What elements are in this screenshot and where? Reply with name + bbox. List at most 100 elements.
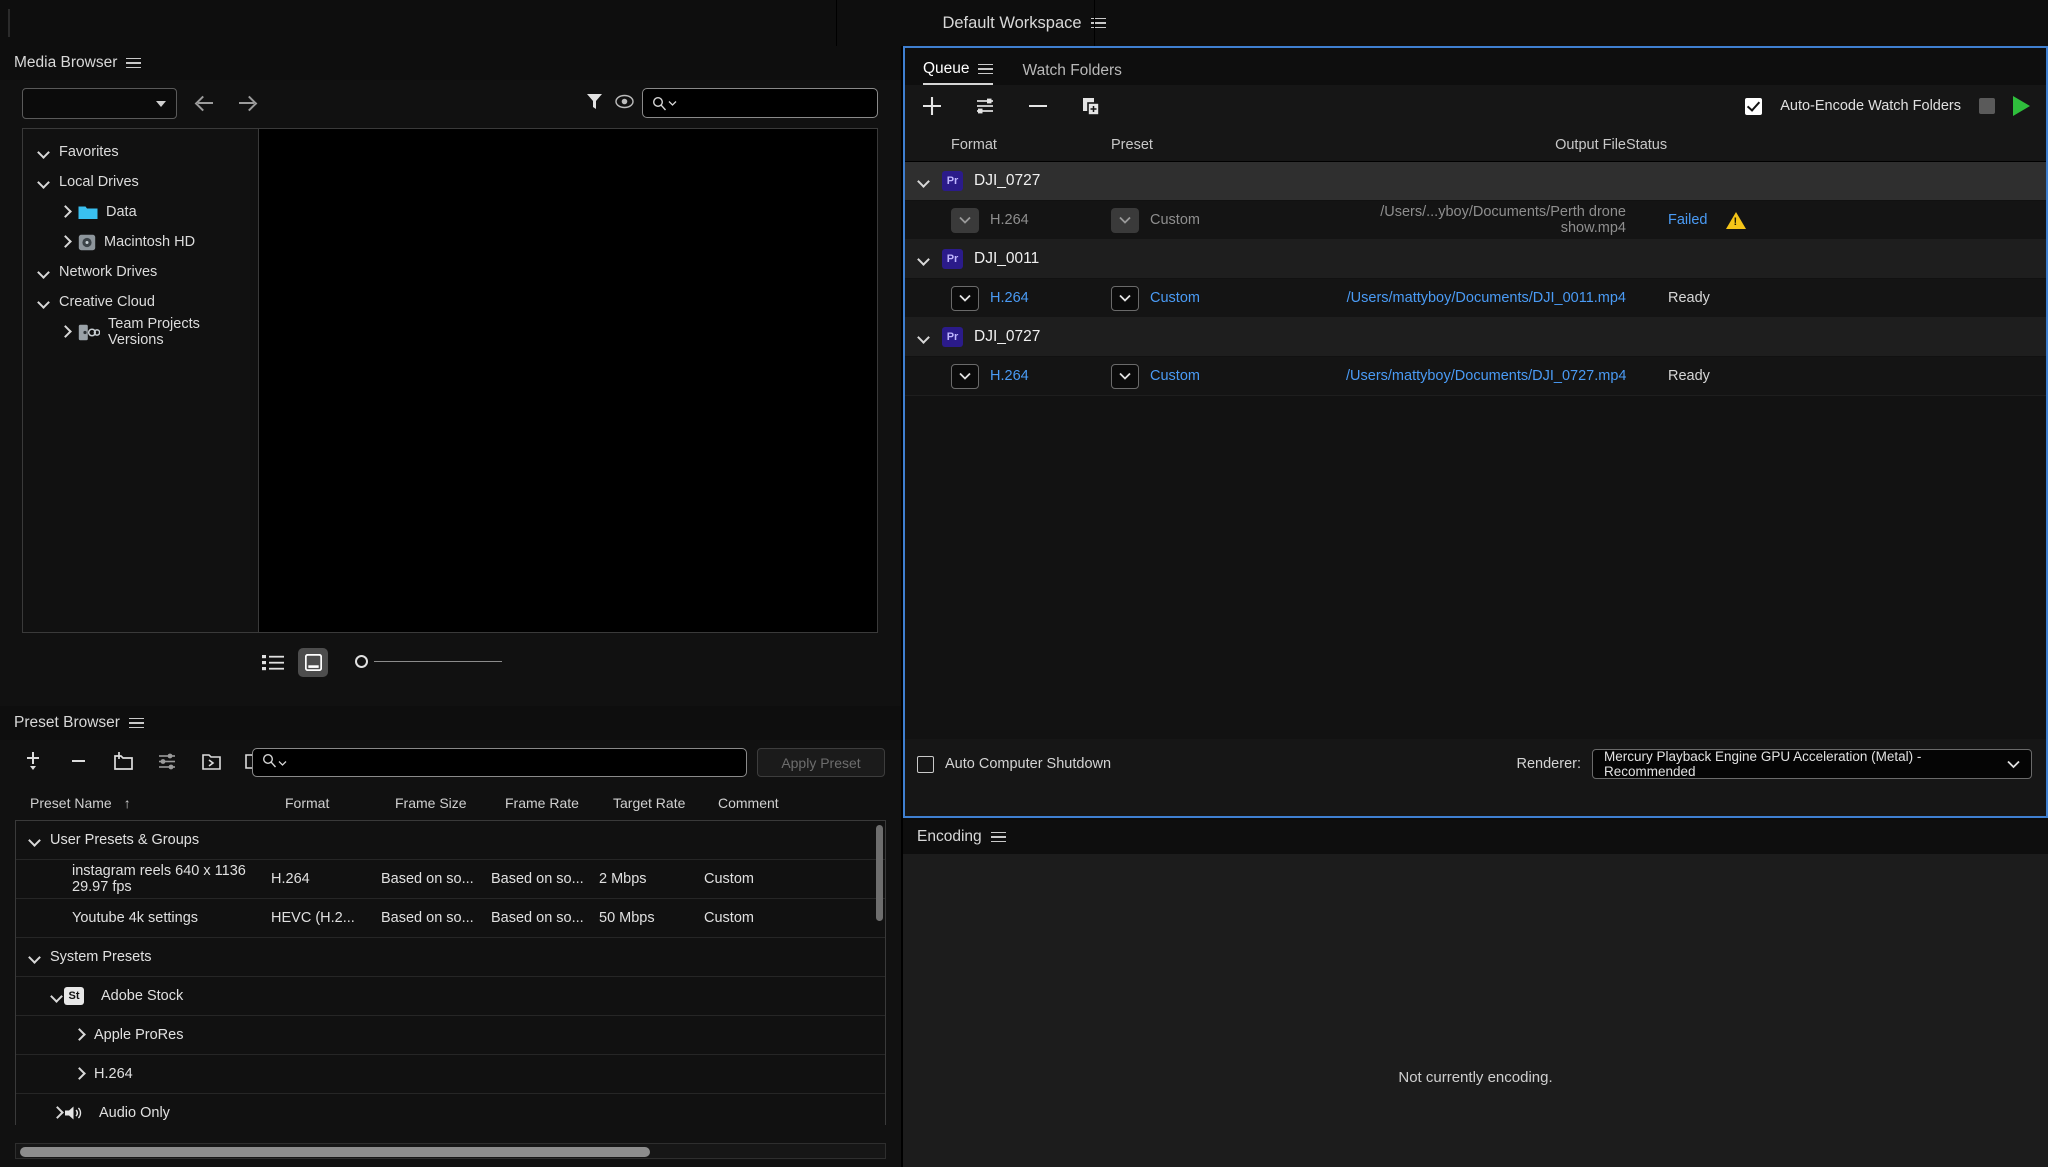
queue-tab-menu-icon[interactable] [977, 63, 993, 75]
queue-output-file[interactable]: /Users/mattyboy/Documents/DJI_0011.mp4 [1346, 290, 1626, 306]
chevron-down-icon[interactable] [37, 175, 51, 189]
queue-format[interactable]: H.264 [990, 290, 1029, 306]
thumbnail-view-icon[interactable] [298, 648, 328, 677]
preset-column-header[interactable]: Target Rate [613, 795, 718, 811]
zoom-slider-track[interactable] [374, 660, 502, 663]
media-browser-preview[interactable] [258, 128, 878, 633]
queue-format[interactable]: H.264 [990, 212, 1029, 228]
chevron-right-icon[interactable] [58, 205, 72, 219]
duplicate-icon[interactable] [1078, 93, 1104, 119]
new-preset-icon[interactable] [24, 750, 47, 773]
queue-preset[interactable]: Custom [1150, 290, 1200, 306]
media-tree-item[interactable]: Favorites [23, 137, 258, 167]
media-tree-item[interactable]: Local Drives [23, 167, 258, 197]
remove-icon[interactable] [1025, 93, 1051, 119]
queue-tab-queue[interactable]: Queue [923, 60, 993, 85]
preset-horizontal-scrollbar-thumb[interactable] [20, 1147, 650, 1157]
preset-vertical-scrollbar[interactable] [876, 825, 883, 921]
preset-group-row[interactable]: Apple ProRes [16, 1016, 885, 1055]
preset-group-row[interactable]: Audio Only [16, 1094, 885, 1125]
eye-icon[interactable] [615, 94, 634, 114]
chevron-right-icon[interactable] [50, 1106, 64, 1120]
chevron-down-icon[interactable] [917, 252, 931, 266]
preset-dropdown-button[interactable] [1111, 363, 1139, 389]
back-icon[interactable] [196, 95, 216, 111]
chevron-right-icon[interactable] [72, 1067, 86, 1081]
renderer-select[interactable]: Mercury Playback Engine GPU Acceleration… [1592, 749, 2032, 779]
chevron-right-icon[interactable] [72, 1028, 86, 1042]
preset-column-header[interactable]: Comment [718, 795, 818, 811]
preset-column-header[interactable]: Frame Rate [505, 795, 613, 811]
import-preset-icon[interactable] [200, 750, 223, 773]
media-tree-item[interactable]: Macintosh HD [23, 227, 258, 257]
chevron-down-icon[interactable] [37, 295, 51, 309]
zoom-slider-handle[interactable] [355, 655, 368, 668]
preset-group-row[interactable]: H.264 [16, 1055, 885, 1094]
chevron-right-icon[interactable] [58, 235, 72, 249]
chevron-down-icon[interactable] [917, 330, 931, 344]
thumbnail-zoom-slider[interactable] [355, 655, 502, 668]
media-path-select[interactable] [22, 88, 177, 119]
queue-column-header[interactable]: Format [951, 137, 1111, 153]
preset-row[interactable]: Youtube 4k settings HEVC (H.2... Based on … [16, 899, 885, 938]
filter-icon[interactable] [586, 92, 603, 116]
queue-source-row[interactable]: Pr DJI_0727 [905, 318, 2046, 357]
preset-dropdown-button[interactable] [1111, 285, 1139, 311]
queue-output-row[interactable]: H.264 Custom/Users/...yboy/Documents/Pert… [905, 201, 2046, 240]
warning-icon[interactable] [1726, 211, 1746, 229]
media-tree-item[interactable]: Data [23, 197, 258, 227]
chevron-right-icon[interactable] [58, 325, 72, 339]
start-queue-icon[interactable] [2013, 96, 2030, 116]
preset-browser-search-input[interactable] [292, 754, 722, 771]
encoding-menu-icon[interactable] [990, 831, 1006, 843]
queue-column-header[interactable]: Preset [1111, 137, 1346, 153]
queue-source-row[interactable]: Pr DJI_0727 [905, 162, 2046, 201]
media-tree-item[interactable]: Network Drives [23, 257, 258, 287]
preset-column-header[interactable]: Preset Name ↑ [30, 795, 285, 811]
auto-encode-checkbox[interactable] [1745, 97, 1763, 115]
preset-horizontal-scrollbar-track[interactable] [15, 1143, 886, 1159]
preset-group-row[interactable]: System Presets [16, 938, 885, 977]
workspace-menu-icon[interactable] [1090, 17, 1106, 29]
add-source-icon[interactable] [919, 93, 945, 119]
queue-preset[interactable]: Custom [1150, 368, 1200, 384]
queue-output-row[interactable]: H.264 Custom/Users/mattyboy/Documents/DJI… [905, 357, 2046, 396]
format-dropdown-button[interactable] [951, 363, 979, 389]
search-dropdown-chevron[interactable] [278, 754, 287, 772]
preset-settings-icon[interactable] [972, 93, 998, 119]
preset-browser-menu-icon[interactable] [128, 717, 144, 729]
workspace-switcher[interactable]: Default Workspace [942, 14, 1106, 33]
media-browser-menu-icon[interactable] [126, 57, 142, 69]
media-browser-search-input[interactable] [682, 95, 862, 111]
preset-dropdown-button[interactable] [1111, 207, 1139, 233]
media-tree-item[interactable]: Team Projects Versions [23, 316, 258, 348]
search-dropdown-chevron[interactable] [668, 94, 677, 112]
queue-preset[interactable]: Custom [1150, 212, 1200, 228]
queue-format[interactable]: H.264 [990, 368, 1029, 384]
preset-group-row[interactable]: User Presets & Groups [16, 821, 885, 860]
media-browser-tree[interactable]: Favorites Local Drives Data Macintosh HD Net… [22, 128, 258, 633]
chevron-down-icon[interactable] [28, 950, 42, 964]
queue-output-file[interactable]: /Users/mattyboy/Documents/DJI_0727.mp4 [1346, 368, 1626, 384]
stop-icon[interactable] [1979, 98, 1995, 114]
preset-row[interactable]: instagram reels 640 x 1136 29.97 fps H.26… [16, 860, 885, 899]
chevron-down-icon[interactable] [917, 174, 931, 188]
queue-source-row[interactable]: Pr DJI_0011 [905, 240, 2046, 279]
queue-column-header[interactable]: Output File [1346, 137, 1626, 153]
delete-preset-icon[interactable] [68, 750, 91, 773]
queue-column-header[interactable]: Status [1626, 137, 1726, 153]
chevron-down-icon[interactable] [37, 145, 51, 159]
preset-settings-icon[interactable] [156, 750, 179, 773]
preset-browser-search[interactable] [252, 748, 747, 777]
forward-icon[interactable] [237, 95, 257, 111]
media-browser-search[interactable] [642, 88, 878, 118]
preset-column-header[interactable]: Frame Size [395, 795, 505, 811]
new-folder-icon[interactable] [112, 750, 135, 773]
queue-output-file[interactable]: /Users/...yboy/Documents/Perth drone sho… [1346, 204, 1626, 236]
chevron-down-icon[interactable] [50, 989, 64, 1003]
format-dropdown-button[interactable] [951, 285, 979, 311]
format-dropdown-button[interactable] [951, 207, 979, 233]
chevron-down-icon[interactable] [37, 265, 51, 279]
media-tree-item[interactable]: Creative Cloud [23, 287, 258, 317]
chevron-down-icon[interactable] [28, 833, 42, 847]
